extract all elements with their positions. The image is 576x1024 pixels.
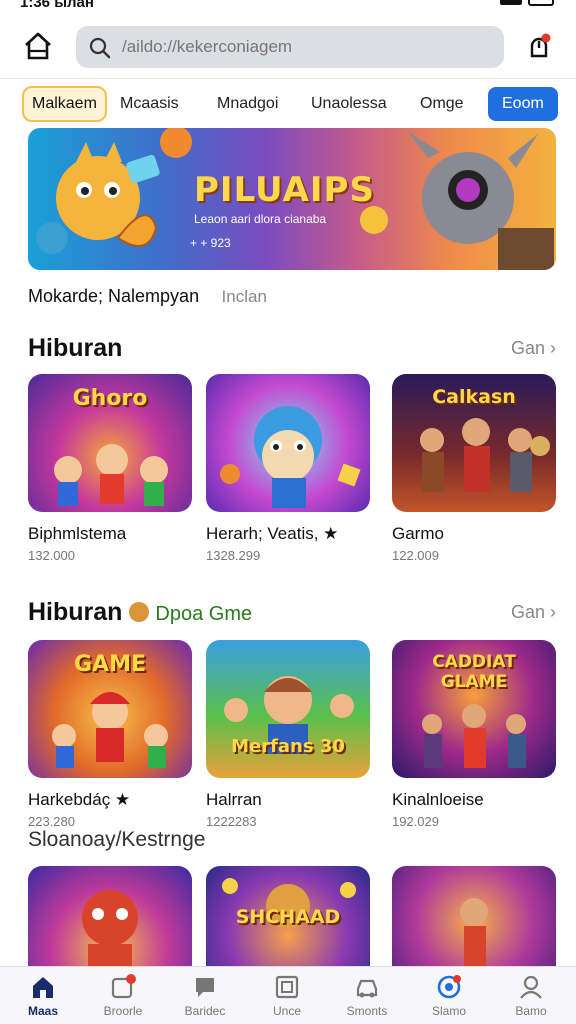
game-count: 192.029 [392, 814, 439, 829]
game-count: 132.000 [28, 548, 75, 563]
game-name: Herarh; Veatis, ★ [206, 524, 339, 543]
game-thumbnail: GAME [28, 640, 192, 778]
notification-button[interactable] [524, 32, 554, 62]
game-card[interactable]: Calkasn Garmo 122.009 [392, 374, 556, 563]
section-title: Hiburan Dpoa Gme [28, 598, 253, 626]
inbox-icon [111, 974, 136, 999]
battery-icon [528, 0, 554, 6]
game-count: 122.009 [392, 548, 439, 563]
nav-label: Slamo [431, 1004, 466, 1018]
nav-item-slamo[interactable]: Slamo [408, 973, 490, 1018]
peanut-icon [129, 602, 150, 622]
game-card[interactable]: Herarh; Veatis, ★ 1328.299 [206, 374, 370, 563]
game-card[interactable]: Ghoro Biphmlstema 132.000 [28, 374, 192, 563]
section-title-extra: Dpoa Gme [155, 603, 253, 625]
section-title: Sloanoay/Kestrnge [28, 828, 206, 851]
tab-unaolessa[interactable]: Unaolessa [311, 86, 387, 122]
profile-icon [520, 975, 542, 999]
signal-icon [500, 0, 522, 5]
bottom-nav: Maas Broorle Baridec Unce Smonts Slamo B… [0, 966, 576, 1024]
game-thumbnail: Calkasn [392, 374, 556, 512]
tab-mnadgoi[interactable]: Mnadgoi [217, 86, 278, 122]
nav-item-broorle[interactable]: Broorle [82, 973, 164, 1018]
tab-malkaem[interactable]: Malkaem [22, 86, 107, 122]
chat-icon [196, 978, 214, 997]
nav-label: Unce [272, 1004, 301, 1018]
search-bar[interactable] [76, 26, 504, 68]
see-all-link[interactable]: Gan › [511, 602, 556, 623]
tab-omge[interactable]: Omge [420, 86, 464, 122]
nav-item-baridec[interactable]: Baridec [164, 973, 246, 1018]
see-all-link[interactable]: Gan › [511, 338, 556, 359]
header-divider [0, 78, 576, 79]
section-header: Hiburan Dpoa Gme Gan › [28, 598, 556, 630]
subtitle-row: Mokarde; Nalempyan Inclan [28, 286, 548, 310]
subtitle-main: Mokarde; Nalempyan [28, 286, 200, 306]
globe-icon [437, 975, 461, 999]
hero-meta: + + 923 [190, 236, 231, 250]
thumbnail-title: Ghoro [72, 386, 148, 411]
nav-label: Bamo [515, 1004, 547, 1018]
hero-title: PILUAIPS [194, 170, 375, 210]
notification-badge [541, 33, 551, 43]
category-tabs: Malkaem Mcaasis Mnadgoi Unaolessa Omge E… [22, 86, 562, 122]
thumbnail-title: SHCHAAD [235, 906, 341, 928]
nav-item-smonts[interactable]: Smonts [326, 973, 408, 1018]
nav-label: Broorle [103, 1004, 143, 1018]
game-count: 1328.299 [206, 548, 261, 563]
gallery-icon [275, 975, 299, 999]
car-icon [356, 979, 378, 998]
nav-item-unce[interactable]: Unce [246, 973, 328, 1018]
tab-eoom[interactable]: Eoom [488, 87, 558, 121]
thumbnail-title: Calkasn [432, 386, 516, 408]
game-name: Harkebdáç ★ [28, 790, 131, 809]
section-header: Sloanoay/Kestrnge [28, 828, 556, 860]
hero-banner[interactable]: PILUAIPS Leaon aari dlora cianaba + + 92… [28, 128, 556, 270]
game-name: Biphmlstema [28, 524, 127, 543]
bell-icon [530, 33, 551, 58]
status-bar: 1:36 ылан [0, 0, 576, 14]
section-title: Hiburan [28, 334, 123, 362]
game-name: Kinalnloeise [392, 790, 484, 809]
nav-label: Baridec [184, 1004, 226, 1018]
game-name: Garmo [392, 524, 444, 543]
game-thumbnail: Merfans 30 [206, 640, 370, 778]
thumbnail-title: CADDIAT GLAME [432, 652, 516, 692]
subtitle-side-link[interactable]: Inclan [222, 287, 267, 306]
game-card[interactable]: GAME Harkebdáç ★ 223.280 [28, 640, 192, 829]
home-icon [25, 32, 51, 60]
game-thumbnail: CADDIAT GLAME [392, 640, 556, 778]
section-header: Hiburan Gan › [28, 334, 556, 366]
nav-label: Maas [27, 1004, 59, 1018]
game-count: 1222283 [206, 814, 257, 829]
status-icons [500, 0, 554, 6]
game-thumbnail [206, 374, 370, 512]
thumbnail-title: Merfans 30 [231, 736, 345, 757]
game-card[interactable]: CADDIAT GLAME Kinalnloeise 192.029 [392, 640, 556, 829]
status-time: 1:36 ылан [20, 0, 94, 11]
game-count: 223.280 [28, 814, 75, 829]
home-button[interactable] [22, 30, 54, 62]
hero-subtitle: Leaon aari dlora cianaba [194, 212, 327, 226]
search-input[interactable] [122, 34, 492, 60]
game-thumbnail: Ghoro [28, 374, 192, 512]
nav-item-bamo[interactable]: Bamo [490, 973, 572, 1018]
nav-item-maas[interactable]: Maas [2, 973, 84, 1018]
home-icon [33, 977, 53, 998]
game-card[interactable]: Merfans 30 Halrran 1222283 [206, 640, 370, 829]
tab-mcaasis[interactable]: Mcaasis [120, 86, 179, 122]
search-icon [89, 37, 111, 59]
thumbnail-title: GAME [73, 652, 146, 677]
nav-label: Smonts [346, 1004, 388, 1018]
top-bar [0, 18, 576, 78]
game-name: Halrran [206, 790, 262, 809]
